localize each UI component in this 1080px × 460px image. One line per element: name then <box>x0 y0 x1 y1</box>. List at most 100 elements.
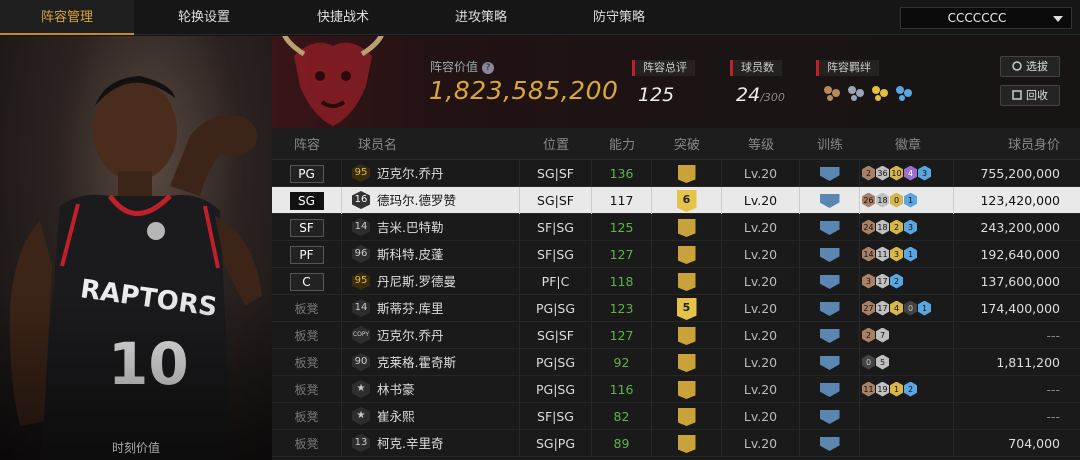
badges-cell[interactable]: 26 18 0 1 <box>860 186 954 214</box>
player-name-cell[interactable]: 96 斯科特.皮蓬 <box>342 240 520 268</box>
training-cell[interactable] <box>800 348 860 376</box>
tab-offense[interactable]: 进攻策略 <box>414 0 548 35</box>
lineup-slot-cell[interactable]: 板凳 <box>272 348 342 376</box>
badge-hex-icon: 3 <box>918 165 931 181</box>
lineup-slot-cell[interactable]: PF <box>272 240 342 268</box>
level-cell: Lv.20 <box>722 375 800 403</box>
tab-quick-tactics[interactable]: 快捷战术 <box>276 0 410 35</box>
player-name-cell[interactable]: 95 迈克尔.乔丹 <box>342 159 520 187</box>
lineup-slot-cell[interactable]: C <box>272 267 342 295</box>
col-lineup[interactable]: 阵容 <box>272 134 342 153</box>
col-badges[interactable]: 徽章 <box>860 134 954 153</box>
player-name-cell[interactable]: ★ 林书豪 <box>342 375 520 403</box>
badges-cell[interactable] <box>860 429 954 457</box>
training-cell[interactable] <box>800 213 860 241</box>
training-cell[interactable] <box>800 267 860 295</box>
training-cell[interactable] <box>800 375 860 403</box>
player-count: 球员数 24/300 <box>730 56 785 106</box>
lineup-value: 1,823,585,200 <box>429 76 619 105</box>
training-cell[interactable] <box>800 321 860 349</box>
player-name-cell[interactable]: 16 德玛尔.德罗赞 <box>342 186 520 214</box>
badges-cell[interactable] <box>860 402 954 430</box>
col-ability[interactable]: 能力 <box>592 134 652 153</box>
team-dropdown[interactable]: CCCCCCC <box>900 7 1072 29</box>
badges-cell[interactable]: 05 <box>860 348 954 376</box>
table-row[interactable]: 板凳 14 斯蒂芬.库里 PG|SG 123 5 Lv.20 27 17 4 0 1 174,400,0… <box>272 294 1080 322</box>
breakthrough-cell[interactable] <box>652 348 722 376</box>
help-icon[interactable]: ? <box>482 61 495 74</box>
badges-cell[interactable]: 27 17 4 0 1 <box>860 294 954 322</box>
badge-hex-icon: 11 <box>862 381 875 397</box>
training-cell[interactable] <box>800 294 860 322</box>
table-header: 阵容 球员名 位置 能力 突破 等级 训练 徽章 球员身价 <box>272 128 1080 160</box>
table-row[interactable]: 板凳 ★ 崔永熙 SF|SG 82 Lv.20 --- <box>272 402 1080 430</box>
badges-cell[interactable]: 2 36 10 4 3 <box>860 159 954 187</box>
lineup-slot-cell[interactable]: SF <box>272 213 342 241</box>
crown-icon <box>677 354 696 372</box>
table-row[interactable]: C 95 丹尼斯.罗德曼 PF|C 118 Lv.20 3 17 2 137,600,000 <box>272 267 1080 295</box>
badges-cell[interactable]: 24 18 2 3 <box>860 213 954 241</box>
table-row[interactable]: 板凳 90 克莱格.霍奇斯 PG|SG 92 Lv.20 0 5 1,811,200 <box>272 348 1080 376</box>
table-row[interactable]: PF 96 斯科特.皮蓬 SF|SG 127 Lv.20 14 11 3 1 192,640,000 <box>272 240 1080 268</box>
badges-cell[interactable]: 3 17 2 <box>860 267 954 295</box>
lineup-slot-cell[interactable]: 板凳 <box>272 375 342 403</box>
select-button[interactable]: 选拔 <box>1000 56 1060 77</box>
breakthrough-cell[interactable] <box>652 240 722 268</box>
player-name-cell[interactable]: 90 克莱格.霍奇斯 <box>342 348 520 376</box>
training-cell[interactable] <box>800 186 860 214</box>
jersey-number-badge: ★ <box>352 407 370 425</box>
breakthrough-cell[interactable]: 5 <box>652 294 722 322</box>
badge-hex-icon: 17 <box>876 300 889 316</box>
breakthrough-cell[interactable]: 6 <box>652 186 722 214</box>
lineup-slot-cell[interactable]: SG <box>272 186 342 214</box>
lineup-slot-cell[interactable]: 板凳 <box>272 429 342 457</box>
player-name-cell[interactable]: 14 吉米.巴特勒 <box>342 213 520 241</box>
col-training[interactable]: 训练 <box>800 134 860 153</box>
player-value-cell: 174,400,000 <box>980 300 1060 316</box>
breakthrough-cell[interactable] <box>652 429 722 457</box>
breakthrough-cell[interactable] <box>652 321 722 349</box>
training-cell[interactable] <box>800 159 860 187</box>
lineup-slot-cell[interactable]: PG <box>272 159 342 187</box>
table-row[interactable]: SF 14 吉米.巴特勒 SF|SG 125 Lv.20 24 18 2 3 243,200,000 <box>272 213 1080 241</box>
lineup-slot-cell[interactable]: 板凳 <box>272 402 342 430</box>
col-player-name[interactable]: 球员名 <box>342 134 520 153</box>
player-name-cell[interactable]: 95 丹尼斯.罗德曼 <box>342 267 520 295</box>
breakthrough-cell[interactable] <box>652 402 722 430</box>
table-row[interactable]: 板凳 COPY 迈克尔.乔丹 SG|SF 127 Lv.20 2 7 --- <box>272 321 1080 349</box>
col-position[interactable]: 位置 <box>520 134 592 153</box>
lineup-slot-cell[interactable]: 板凳 <box>272 321 342 349</box>
training-cell[interactable] <box>800 429 860 457</box>
badge-hex-icon: 2 <box>890 273 903 289</box>
breakthrough-cell[interactable] <box>652 267 722 295</box>
team-dropdown-value: CCCCCCC <box>947 11 1007 25</box>
bond-icon-4[interactable] <box>894 84 914 102</box>
breakthrough-cell[interactable] <box>652 213 722 241</box>
player-name-cell[interactable]: 14 斯蒂芬.库里 <box>342 294 520 322</box>
table-row[interactable]: 板凳 ★ 林书豪 PG|SG 116 Lv.20 11 19 1 2 --- <box>272 375 1080 403</box>
recycle-button[interactable]: 回收 <box>1000 85 1060 106</box>
tab-lineup[interactable]: 阵容管理 <box>0 0 134 35</box>
badges-cell[interactable]: 14 11 3 1 <box>860 240 954 268</box>
breakthrough-cell[interactable] <box>652 375 722 403</box>
tab-rotation[interactable]: 轮换设置 <box>137 0 271 35</box>
lineup-slot-cell[interactable]: 板凳 <box>272 294 342 322</box>
training-cell[interactable] <box>800 240 860 268</box>
bond-icon-1[interactable] <box>822 84 842 102</box>
player-name-cell[interactable]: 13 柯克.辛里奇 <box>342 429 520 457</box>
player-name-cell[interactable]: ★ 崔永熙 <box>342 402 520 430</box>
badges-cell[interactable]: 11 19 1 2 <box>860 375 954 403</box>
col-level[interactable]: 等级 <box>722 134 800 153</box>
col-player-value[interactable]: 球员身价 <box>954 134 1080 153</box>
breakthrough-cell[interactable] <box>652 159 722 187</box>
player-name-cell[interactable]: COPY 迈克尔.乔丹 <box>342 321 520 349</box>
bond-icon-3[interactable] <box>870 84 890 102</box>
bond-icon-2[interactable] <box>846 84 866 102</box>
col-breakthrough[interactable]: 突破 <box>652 134 722 153</box>
table-row[interactable]: SG 16 德玛尔.德罗赞 SG|SF 117 6 Lv.20 26 18 0 1 123,420,0… <box>272 186 1080 214</box>
table-row[interactable]: 板凳 13 柯克.辛里奇 SG|PG 89 Lv.20 704,000 <box>272 429 1080 457</box>
badges-cell[interactable]: 27 <box>860 321 954 349</box>
tab-defense[interactable]: 防守策略 <box>552 0 686 35</box>
training-cell[interactable] <box>800 402 860 430</box>
table-row[interactable]: PG 95 迈克尔.乔丹 SG|SF 136 Lv.20 2 36 10 4 3 755,200,00… <box>272 159 1080 187</box>
